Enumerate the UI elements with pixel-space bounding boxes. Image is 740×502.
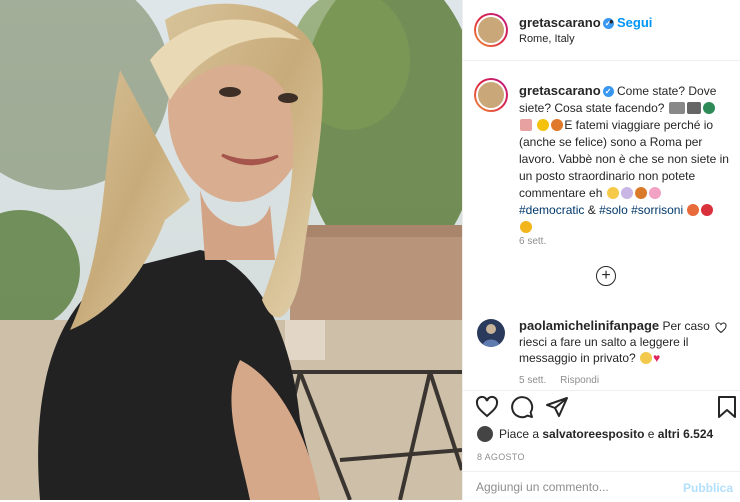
author-username[interactable]: gretascarano ✓ xyxy=(519,15,614,30)
sun-emoji-icon xyxy=(537,119,550,131)
bookmark-icon[interactable] xyxy=(717,395,737,424)
liker-username[interactable]: salvatoreesposito xyxy=(542,427,644,441)
map-emoji-icon xyxy=(668,102,685,114)
planet-emoji-icon xyxy=(551,119,564,131)
caption-time: 6 sett. xyxy=(519,236,547,247)
post-side-panel: gretascarano ✓ • Segui Rome, Italy gretas… xyxy=(462,0,740,501)
load-more-comments-button[interactable]: + xyxy=(596,266,616,286)
comments-area[interactable]: gretascarano ✓ Come state? Dove siete? Co… xyxy=(463,61,740,391)
caption-avatar[interactable] xyxy=(474,78,508,112)
comment-icon[interactable] xyxy=(510,395,534,424)
hashtag-sorrisoni[interactable]: #sorrisoni xyxy=(631,203,683,217)
add-comment-bar: Pubblica xyxy=(463,471,740,502)
post-header: gretascarano ✓ • Segui Rome, Italy xyxy=(463,0,740,61)
butterfly-emoji-icon xyxy=(634,187,647,199)
like-comment-icon[interactable] xyxy=(715,321,727,339)
laugh-emoji-icon xyxy=(606,187,619,199)
comment-meta: 5 sett. Rispondi xyxy=(519,375,599,386)
reply-button[interactable]: Rispondi xyxy=(560,375,599,386)
verified-icon: ✓ xyxy=(602,86,614,97)
caption-ampersand: & xyxy=(587,203,596,217)
post-actions: Piace a salvatoreesposito e altri 6.524 … xyxy=(463,390,740,501)
add-comment-input[interactable] xyxy=(476,480,666,494)
location-link[interactable]: Rome, Italy xyxy=(519,33,575,45)
post-date: 8 AGOSTO xyxy=(477,452,525,462)
rose-emoji-icon xyxy=(701,204,714,216)
pray-emoji-icon xyxy=(640,352,653,364)
likes-prefix: Piace a xyxy=(499,427,540,441)
comment-item: paolamichelinifanpage Per caso riesci a … xyxy=(463,311,740,391)
follow-button[interactable]: Segui xyxy=(617,15,652,30)
liker-avatar xyxy=(477,426,493,442)
comment-time: 5 sett. xyxy=(519,375,547,386)
likes-summary[interactable]: Piace a salvatoreesposito e altri 6.524 xyxy=(477,426,713,442)
post-photo[interactable] xyxy=(0,0,462,500)
publish-button[interactable]: Pubblica xyxy=(683,481,733,495)
share-icon[interactable] xyxy=(545,395,569,424)
heart-icon[interactable] xyxy=(475,395,499,424)
hashtag-democratic[interactable]: #democratic xyxy=(519,203,584,217)
commenter-avatar[interactable] xyxy=(477,319,505,347)
separator-dot: • xyxy=(609,14,614,29)
envelope-emoji-icon xyxy=(520,119,532,131)
hashtag-solo[interactable]: #solo xyxy=(599,203,628,217)
likes-count[interactable]: altri 6.524 xyxy=(658,427,713,441)
comment-text: paolamichelinifanpage Per caso riesci a … xyxy=(519,318,719,366)
flower-emoji-icon xyxy=(648,187,661,199)
globe-emoji-icon xyxy=(702,102,715,114)
flower-emoji-icon xyxy=(687,204,700,216)
likes-middle: e xyxy=(647,427,655,441)
heart-emoji-icon: ♥ xyxy=(653,351,661,365)
person-emoji-icon xyxy=(620,187,633,199)
sunflower-emoji-icon xyxy=(520,221,532,233)
author-avatar[interactable] xyxy=(474,13,508,47)
caption-text: gretascarano ✓ Come state? Dove siete? Co… xyxy=(519,82,729,236)
train-emoji-icon xyxy=(686,102,701,114)
commenter-username[interactable]: paolamichelinifanpage xyxy=(519,318,659,333)
caption-username[interactable]: gretascarano ✓ xyxy=(519,83,614,98)
